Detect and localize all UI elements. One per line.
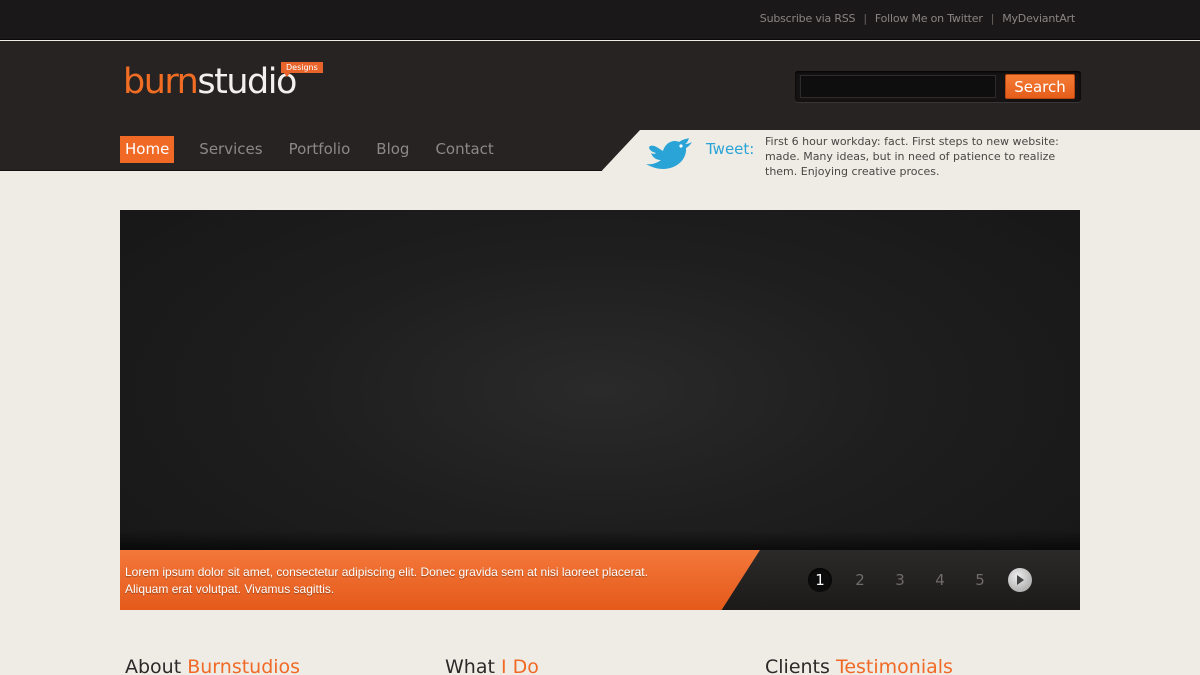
search-button[interactable]: Search — [1005, 74, 1075, 99]
about-heading: About Burnstudios — [125, 656, 300, 675]
clients-heading-highlight: Testimonials — [835, 656, 953, 675]
slider-shadow — [120, 530, 1080, 550]
main-nav: Home Services Portfolio Blog Contact — [120, 136, 520, 163]
what-heading-title: What — [445, 656, 495, 675]
nav-item-contact[interactable]: Contact — [435, 136, 493, 163]
search-input[interactable] — [800, 75, 996, 98]
nav-item-home[interactable]: Home — [120, 136, 175, 163]
separator: | — [863, 12, 867, 25]
about-heading-highlight: Burnstudios — [187, 656, 301, 675]
slider-caption: Lorem ipsum dolor sit amet, consectetur … — [120, 550, 760, 610]
rss-link[interactable]: Subscribe via RSS — [760, 12, 856, 25]
tweet-label: Tweet: — [706, 140, 755, 158]
next-arrow-icon[interactable] — [1008, 568, 1032, 592]
deviantart-link[interactable]: MyDeviantArt — [1002, 12, 1075, 25]
top-links: Subscribe via RSS | Follow Me on Twitter | M… — [760, 12, 1075, 25]
site-header: burnstudio Designs Search — [0, 41, 1200, 130]
slider-page-4[interactable]: 4 — [928, 568, 952, 592]
slider-page-1[interactable]: 1 — [808, 568, 832, 592]
nav-item-blog[interactable]: Blog — [376, 136, 409, 163]
separator: | — [990, 12, 995, 25]
slider-page-2[interactable]: 2 — [848, 568, 872, 592]
tweet-text: First 6 hour workday: fact. First steps … — [765, 135, 1059, 178]
search-box: Search — [795, 71, 1081, 102]
twitter-link[interactable]: Follow Me on Twitter — [875, 12, 983, 25]
about-heading-title: About — [125, 656, 182, 675]
slider-caption-text: Lorem ipsum dolor sit amet, consectetur … — [125, 565, 648, 596]
site-logo[interactable]: burnstudio — [123, 62, 297, 102]
slider-page-5[interactable]: 5 — [968, 568, 992, 592]
nav-item-portfolio[interactable]: Portfolio — [289, 136, 351, 163]
slider-pager: 1 2 3 4 5 — [808, 568, 1032, 592]
nav-item-services[interactable]: Services — [199, 136, 262, 163]
top-utility-bar: Subscribe via RSS | Follow Me on Twitter | M… — [0, 0, 1200, 40]
clients-heading-title: Clients — [765, 656, 830, 675]
featured-slider: Lorem ipsum dolor sit amet, consectetur … — [120, 210, 1080, 610]
what-heading-highlight: I Do — [500, 656, 539, 675]
what-i-do-heading: What I Do — [445, 656, 539, 675]
slider-page-3[interactable]: 3 — [888, 568, 912, 592]
logo-badge: Designs — [281, 62, 323, 77]
twitter-bird-icon — [646, 138, 692, 169]
logo-burn: burn — [123, 62, 199, 102]
testimonials-heading: Clients Testimonials — [765, 656, 953, 675]
